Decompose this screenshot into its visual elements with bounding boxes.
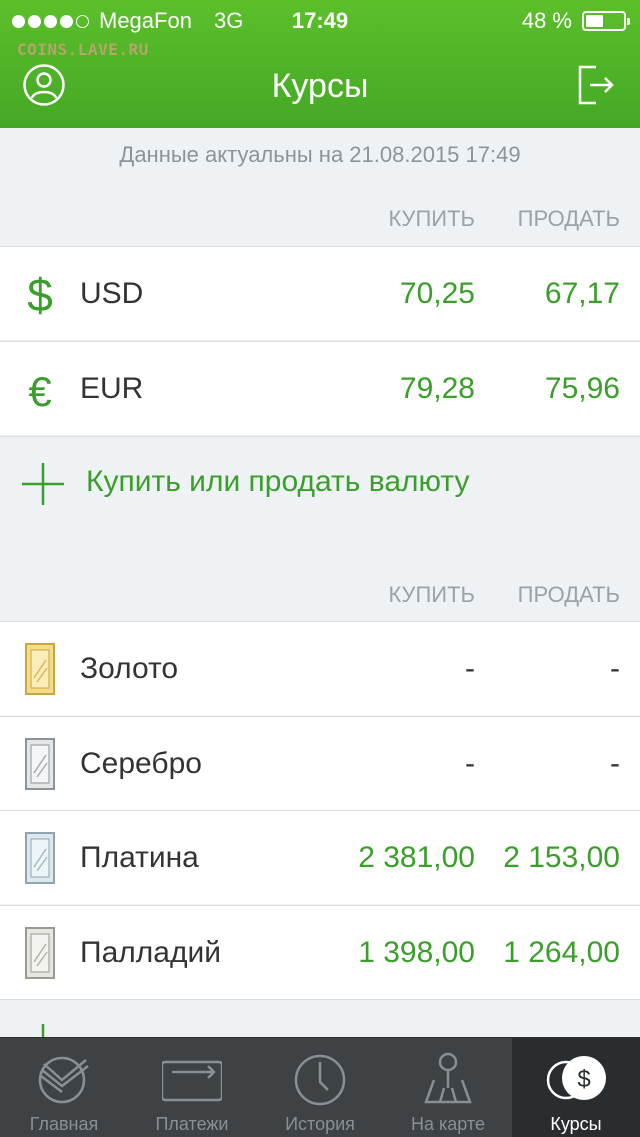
clock-icon (294, 1054, 346, 1106)
tab-label: История (285, 1114, 355, 1134)
tab-map[interactable]: На карте (384, 1038, 512, 1137)
status-bar: MegaFon 3G 17:49 48 % (0, 8, 640, 38)
buy-column-header: КУПИТЬ (388, 582, 475, 607)
euro-icon: € (28, 368, 51, 415)
sell-rate: 67,17 (544, 277, 620, 310)
gold-bar-icon (25, 643, 55, 695)
sell-column-header: ПРОДАТЬ (517, 206, 620, 231)
sell-rate: 75,96 (544, 372, 620, 405)
rates-updated-text: Данные актуальны на 21.08.2015 17:49 (119, 142, 521, 167)
sell-column-header: ПРОДАТЬ (517, 582, 620, 607)
exchange-currency-label: Купить или продать валюту (86, 465, 470, 498)
plus-icon (41, 1024, 45, 1038)
metal-name: Платина (80, 841, 199, 874)
metal-row-palladium[interactable]: Палладий 1 398,00 1 264,00 (0, 905, 640, 999)
logout-icon[interactable] (576, 63, 616, 107)
metal-row-silver[interactable]: Серебро - - (0, 716, 640, 810)
tab-history[interactable]: История (256, 1038, 384, 1137)
header-bar: MegaFon 3G 17:49 48 % COINS.LAVE.RU Курс… (0, 0, 640, 128)
sell-rate: - (610, 747, 620, 780)
metals-column-headers: КУПИТЬ ПРОДАТЬ (0, 582, 640, 622)
platinum-bar-icon (25, 832, 55, 884)
divider (0, 999, 640, 1000)
buy-column-header: КУПИТЬ (388, 206, 475, 231)
battery-icon (582, 11, 630, 31)
sell-rate: 2 153,00 (503, 841, 620, 874)
sberbank-logo-icon (38, 1056, 89, 1104)
page-title: Курсы (271, 67, 369, 105)
buy-rate: - (465, 747, 475, 780)
buy-rate: 2 381,00 (358, 841, 475, 874)
tab-payments[interactable]: Платежи (128, 1038, 256, 1137)
svg-text:$: $ (577, 1066, 590, 1093)
svg-text:$: $ (27, 269, 53, 321)
tab-label: На карте (411, 1114, 485, 1134)
buy-rate: 79,28 (399, 372, 475, 405)
coins-icon: $ (546, 1056, 606, 1100)
exchange-currency-button[interactable]: Купить или продать валюту (0, 437, 640, 531)
metal-name: Серебро (80, 747, 202, 780)
map-pin-icon (424, 1052, 472, 1104)
watermark: COINS.LAVE.RU (17, 40, 149, 59)
svg-text:€: € (28, 368, 51, 415)
buy-rate: - (465, 652, 475, 685)
tab-home[interactable]: Главная (0, 1038, 128, 1137)
currency-row-eur[interactable]: € EUR 79,28 75,96 (0, 341, 640, 435)
metal-row-platinum[interactable]: Платина 2 381,00 2 153,00 (0, 810, 640, 904)
currency-code: USD (80, 277, 144, 310)
dollar-icon: $ (27, 269, 53, 321)
plus-icon (22, 463, 64, 505)
battery-percent: 48 % (521, 8, 572, 33)
silver-bar-icon (25, 738, 55, 790)
tab-label: Главная (29, 1114, 99, 1134)
metal-row-gold[interactable]: Золото - - (0, 621, 640, 715)
payments-icon (162, 1060, 222, 1102)
tab-label: Курсы (550, 1114, 602, 1134)
tab-label: Платежи (155, 1114, 229, 1134)
currency-row-usd[interactable]: $ USD 70,25 67,17 (0, 246, 640, 340)
sell-rate: 1 264,00 (503, 936, 620, 969)
buy-rate: 70,25 (399, 277, 475, 310)
palladium-bar-icon (25, 927, 55, 979)
buy-rate: 1 398,00 (358, 936, 475, 969)
tab-rates[interactable]: $ Курсы (512, 1038, 640, 1137)
currency-code: EUR (80, 372, 144, 405)
metal-name: Золото (80, 652, 179, 685)
metal-name: Палладий (80, 936, 221, 969)
currency-column-headers: КУПИТЬ ПРОДАТЬ (0, 206, 640, 246)
sell-rate: - (610, 652, 620, 685)
tab-bar: Главная Платежи История На карте $ Курсы (0, 1037, 640, 1137)
